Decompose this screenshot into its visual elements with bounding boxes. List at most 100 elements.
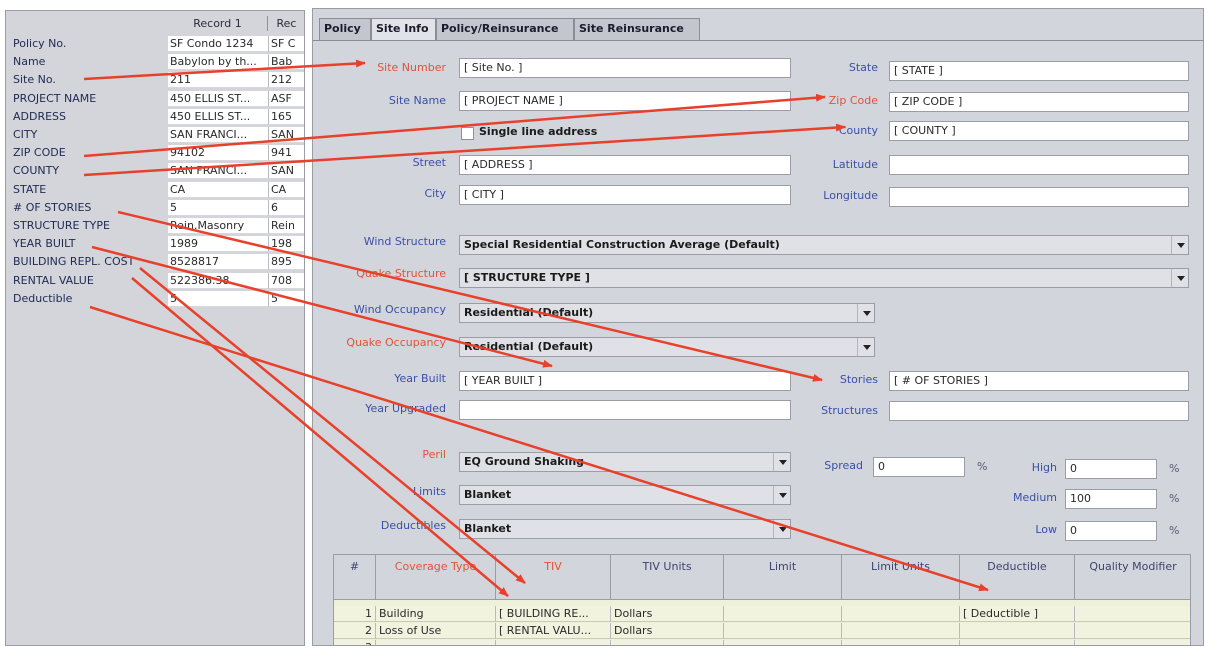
wind-structure-select[interactable]: Special Residential Construction Average… [459,235,1189,255]
sheet-cell-record-2[interactable]: SAN [269,127,304,143]
table-cell[interactable]: 3 [334,640,376,645]
table-cell[interactable] [611,640,724,645]
table-cell[interactable] [724,623,842,639]
table-cell[interactable]: [ BUILDING RE... [496,606,611,622]
quake-occupancy-select[interactable]: Residential (Default) [459,337,875,357]
table-header-col-limit[interactable]: Limit [724,555,842,600]
sheet-cell-record-2[interactable]: ASF [269,90,304,107]
peril-select[interactable]: EQ Ground Shaking [459,452,791,472]
sheet-cell-record-1[interactable]: Rein.Masonry [168,218,269,234]
table-cell[interactable] [1075,623,1190,639]
table-header-col-number[interactable]: # [334,555,376,600]
spread-field[interactable]: 0 [873,457,965,477]
year-upgraded-field[interactable] [459,400,791,420]
stories-field[interactable]: [ # OF STORIES ] [889,371,1189,391]
sheet-cell-record-2[interactable]: 708 [269,272,304,289]
deductibles-select[interactable]: Blanket [459,519,791,539]
table-header-col-quality-modifier[interactable]: Quality Modifier [1075,555,1190,600]
street-field[interactable]: [ ADDRESS ] [459,155,791,175]
sheet-cell-record-1[interactable]: 211 [168,72,269,89]
sheet-cell-record-2[interactable]: CA [269,181,304,198]
city-field[interactable]: [ CITY ] [459,185,791,205]
chevron-down-icon[interactable] [773,453,790,471]
low-field[interactable]: 0 [1065,521,1157,541]
sheet-cell-record-2[interactable]: Rein [269,218,304,234]
sheet-cell-record-1[interactable]: 8528817 [168,254,269,271]
table-cell[interactable]: Loss of Use [376,623,496,639]
column-header-record-2[interactable]: Rec [269,16,304,31]
chevron-down-icon[interactable] [1171,236,1188,254]
sheet-cell-record-1[interactable]: Babylon by th... [168,54,269,71]
table-cell[interactable] [960,640,1075,645]
sheet-cell-record-1[interactable]: 450 ELLIS ST... [168,108,269,125]
sheet-cell-record-1[interactable]: CA [168,181,269,198]
high-field[interactable]: 0 [1065,459,1157,479]
sheet-cell-record-2[interactable]: 895 [269,254,304,271]
table-cell[interactable] [960,623,1075,639]
table-header-col-tiv-units[interactable]: TIV Units [611,555,724,600]
table-cell[interactable] [724,606,842,622]
sheet-cell-record-1[interactable]: 1989 [168,236,269,253]
sheet-cell-record-2[interactable]: Bab [269,54,304,71]
chevron-down-icon[interactable] [773,520,790,538]
limits-select[interactable]: Blanket [459,485,791,505]
sheet-cell-record-1[interactable]: 94102 [168,145,269,162]
sheet-cell-record-2[interactable]: SAN [269,163,304,180]
tab-site-reinsurance[interactable]: Site Reinsurance [574,18,700,40]
tab-policy[interactable]: Policy [319,18,371,40]
tab-site-info[interactable]: Site Info [371,18,436,40]
table-cell[interactable]: Dollars [611,606,724,622]
latitude-field[interactable] [889,155,1189,175]
sheet-cell-record-1[interactable]: 5 [168,290,269,307]
table-cell[interactable]: Dollars [611,623,724,639]
sheet-cell-record-2[interactable]: 6 [269,199,304,216]
table-cell[interactable]: 1 [334,606,376,622]
table-cell[interactable] [842,640,960,645]
sheet-cell-record-2[interactable]: SF C [269,36,304,52]
year-built-field[interactable]: [ YEAR BUILT ] [459,371,791,391]
sheet-cell-record-1[interactable]: 522386.38 [168,272,269,289]
quake-structure-select[interactable]: [ STRUCTURE TYPE ] [459,268,1189,288]
sheet-cell-record-1[interactable]: 5 [168,199,269,216]
sheet-cell-record-1[interactable]: 450 ELLIS ST... [168,90,269,107]
longitude-field[interactable] [889,187,1189,207]
chevron-down-icon[interactable] [773,486,790,504]
chevron-down-icon[interactable] [1171,269,1188,287]
sheet-cell-record-1[interactable]: SAN FRANCI... [168,127,269,143]
sheet-cell-record-1[interactable]: SAN FRANCI... [168,163,269,180]
table-cell[interactable] [842,606,960,622]
table-header-col-coverage-type[interactable]: Coverage Type [376,555,496,600]
site-name-field[interactable]: [ PROJECT NAME ] [459,91,791,111]
table-cell[interactable]: [ RENTAL VALU... [496,623,611,639]
single-line-address-checkbox[interactable] [461,127,474,140]
table-cell[interactable] [376,640,496,645]
state-field[interactable]: [ STATE ] [889,61,1189,81]
table-cell[interactable] [842,623,960,639]
sheet-cell-record-2[interactable]: 5 [269,290,304,307]
table-cell[interactable] [1075,606,1190,622]
wind-occupancy-select[interactable]: Residential (Default) [459,303,875,323]
table-header-col-limit-units[interactable]: Limit Units [842,555,960,600]
sheet-cell-record-2[interactable]: 165 [269,108,304,125]
sheet-cell-record-1[interactable]: SF Condo 1234 [168,36,269,52]
sheet-cell-record-2[interactable]: 198 [269,236,304,253]
table-header-col-tiv[interactable]: TIV [496,555,611,600]
table-header-col-deductible[interactable]: Deductible [960,555,1075,600]
chevron-down-icon[interactable] [857,304,874,322]
tab-policy-reinsurance[interactable]: Policy/Reinsurance [436,18,574,40]
zip-code-field[interactable]: [ ZIP CODE ] [889,92,1189,112]
column-header-record-1[interactable]: Record 1 [168,16,268,31]
site-number-field[interactable]: [ Site No. ] [459,58,791,78]
table-cell[interactable] [496,640,611,645]
chevron-down-icon[interactable] [857,338,874,356]
table-cell[interactable]: Building [376,606,496,622]
table-cell[interactable]: [ Deductible ] [960,606,1075,622]
table-cell[interactable] [1075,640,1190,645]
table-cell[interactable] [724,640,842,645]
sheet-cell-record-2[interactable]: 212 [269,72,304,89]
structures-field[interactable] [889,401,1189,421]
table-cell[interactable]: 2 [334,623,376,639]
county-field[interactable]: [ COUNTY ] [889,121,1189,141]
medium-field[interactable]: 100 [1065,489,1157,509]
sheet-cell-record-2[interactable]: 941 [269,145,304,162]
